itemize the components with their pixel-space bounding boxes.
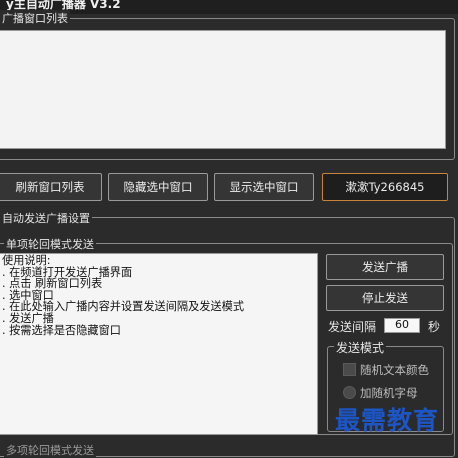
- auto-settings-group-label: 自动发送广播设置: [0, 210, 92, 226]
- send-mode-group-label: 发送模式: [334, 339, 387, 356]
- random-char-radio[interactable]: [343, 386, 356, 399]
- watermark-text: 最需教育: [335, 406, 440, 435]
- window-listbox[interactable]: [0, 30, 446, 149]
- window-list-group-label: 广播窗口列表: [0, 10, 70, 26]
- send-broadcast-button[interactable]: 发送广播: [326, 254, 444, 280]
- stop-sending-button[interactable]: 停止发送: [326, 285, 444, 311]
- show-selected-window-button[interactable]: 显示选中窗口: [214, 173, 314, 201]
- interval-label: 发送间隔: [328, 320, 377, 334]
- broadcast-content-textarea[interactable]: 使用说明: . 在频道打开发送广播界面 . 点击 刷新窗口列表 . 选中窗口 .…: [0, 253, 318, 435]
- random-color-checkbox[interactable]: [343, 363, 356, 376]
- refresh-window-list-button[interactable]: 刷新窗口列表: [0, 173, 102, 201]
- single-mode-group-label: 单项轮回模式发送: [4, 236, 96, 252]
- hide-selected-window-button[interactable]: 隐藏选中窗口: [108, 173, 208, 201]
- instruction-line: . 按需选择是否隐藏窗口: [2, 323, 121, 337]
- random-color-label: 随机文本颜色: [360, 363, 429, 377]
- interval-input[interactable]: 60: [384, 318, 420, 333]
- interval-unit: 秒: [428, 320, 441, 334]
- instruction-line: . 发送广播: [2, 311, 54, 325]
- random-char-label: 加随机字母: [360, 386, 418, 400]
- credit-button[interactable]: 漱漱Ty266845: [322, 173, 448, 201]
- multi-mode-group-label: 多项轮回模式发送: [4, 442, 96, 458]
- instruction-line: 使用说明:: [2, 254, 51, 267]
